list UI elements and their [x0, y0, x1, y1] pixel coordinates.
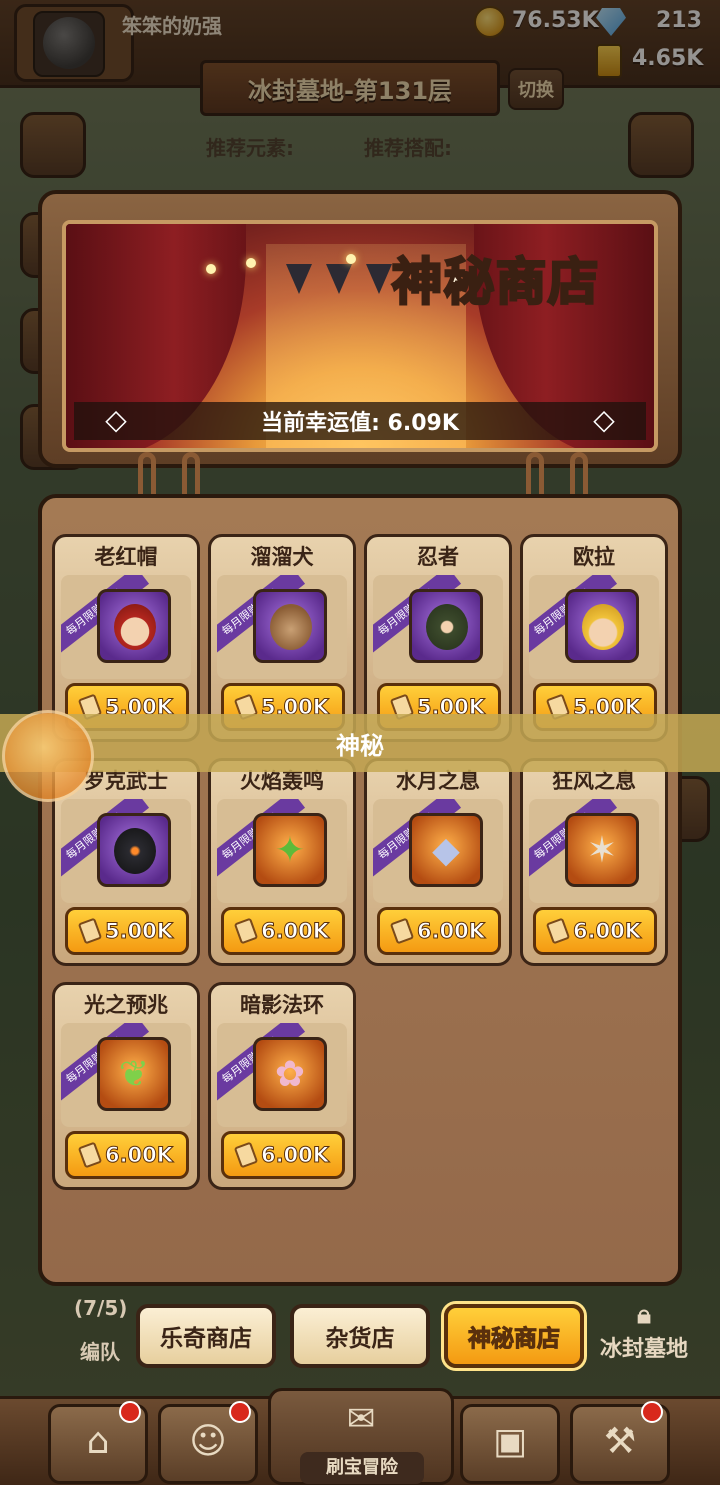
nav-forge-button[interactable]: ⚒ [570, 1401, 670, 1484]
treasure-map-icon: ✉ [346, 1399, 376, 1439]
light-leaf-glyph: ❦ [118, 1053, 150, 1095]
ticket-icon [233, 917, 259, 945]
item-price: 6.00K [416, 919, 486, 944]
dark-warrior-head [114, 828, 156, 874]
tab-grocery-shop[interactable]: 杂货店 [290, 1304, 430, 1368]
item-price: 6.00K [260, 1143, 330, 1168]
toast-message: 神秘 [0, 714, 720, 772]
locked-stage-button[interactable]: 🔒︎ 冰封墓地 [588, 1300, 700, 1380]
buy-button[interactable]: 5.00K [65, 907, 189, 955]
dark-warrior-portrait-icon [97, 813, 171, 887]
treasure-adventure-label: 刷宝冒险 [300, 1452, 424, 1484]
team-label: 编队 [80, 1340, 120, 1364]
item-name: 忍者 [417, 545, 459, 569]
item-name: 溜溜犬 [250, 545, 314, 569]
notification-dot [229, 1401, 251, 1423]
water-crystal-icon: ◆ [409, 813, 483, 887]
tab-leqi-shop[interactable]: 乐奇商店 [136, 1304, 276, 1368]
item-image-area: 每月限购: 1/1 [217, 575, 347, 679]
shop-stall-icon: ⌂ [86, 1421, 110, 1462]
lock-icon: 🔒︎ [637, 1300, 651, 1330]
shadow-flower-icon: ✿ [253, 1037, 327, 1111]
fire-emblem-glyph: ✦ [274, 829, 306, 871]
ninja-head [426, 604, 468, 650]
string-light [346, 254, 356, 264]
shadow-flower-glyph: ✿ [274, 1053, 306, 1095]
diamond-ornament-icon: ◇ [593, 403, 615, 436]
locked-stage-label: 冰封墓地 [599, 1337, 688, 1362]
buy-button[interactable]: 6.00K [377, 907, 501, 955]
ticket-icon [77, 917, 103, 945]
shop-item-card[interactable]: 老红帽 每月限购: 1/1 5.00K [52, 534, 200, 742]
string-light [246, 258, 256, 268]
item-price: 6.00K [260, 919, 330, 944]
toast-badge-icon [2, 710, 94, 802]
shop-item-card[interactable]: 光之预兆 每月限购: 1/1 ❦ 6.00K [52, 982, 200, 1190]
item-image-area: 每月限购: 1/1 [61, 799, 191, 903]
ninja-portrait-icon [409, 589, 483, 663]
ticket-icon [77, 1141, 103, 1169]
shop-title: 神秘商店 [391, 252, 600, 313]
item-image-area: 每月限购: 1/1 ◆ [373, 799, 503, 903]
light-leaf-icon: ❦ [97, 1037, 171, 1111]
item-price: 6.00K [104, 1143, 174, 1168]
item-image-area: 每月限购: 1/1 ✿ [217, 1023, 347, 1127]
item-image-area: 每月限购: 1/1 ✶ [529, 799, 659, 903]
nav-shop-button[interactable]: ⌂ [48, 1401, 148, 1484]
toast-text: 神秘 [336, 731, 384, 760]
ticket-icon [545, 917, 571, 945]
buy-button[interactable]: 6.00K [221, 1131, 345, 1179]
luck-value: 当前幸运值: 6.09K [261, 411, 459, 436]
nav-backpack-button[interactable]: ▣ [460, 1404, 560, 1484]
diamond-ornament-icon: ◇ [105, 403, 127, 436]
item-image-area: 每月限购: 1/1 [529, 575, 659, 679]
notification-dot [641, 1401, 663, 1423]
item-name: 老红帽 [94, 545, 158, 569]
item-image-area: 每月限购: 1/1 ✦ [217, 799, 347, 903]
bear-head [270, 604, 312, 650]
luck-value-bar: 当前幸运值: 6.09K [74, 402, 646, 440]
item-price: 6.00K [572, 919, 642, 944]
shop-item-card[interactable]: 暗影法环 每月限购: 1/1 ✿ 6.00K [208, 982, 356, 1190]
item-image-area: 每月限购: 1/1 ❦ [61, 1023, 191, 1127]
item-name: 光之预兆 [84, 993, 168, 1017]
notification-dot [119, 1401, 141, 1423]
shop-item-card[interactable]: 水月之息 每月限购: 1/1 ◆ 6.00K [364, 758, 512, 966]
red-hood-head [114, 604, 156, 650]
shop-item-card[interactable]: 溜溜犬 每月限购: 1/1 5.00K [208, 534, 356, 742]
nav-hero-button[interactable]: ☺ [158, 1401, 258, 1484]
water-crystal-glyph: ◆ [432, 829, 460, 871]
team-count: (7/5) [74, 1296, 128, 1320]
wind-shuriken-icon: ✶ [565, 813, 639, 887]
item-image-area: 每月限购: 1/1 [61, 575, 191, 679]
blonde-head [582, 604, 624, 650]
item-image-area: 每月限购: 1/1 [373, 575, 503, 679]
hero-face-icon: ☺ [189, 1421, 227, 1462]
shop-item-card[interactable]: 狂风之息 每月限购: 1/1 ✶ 6.00K [520, 758, 668, 966]
item-name: 欧拉 [573, 545, 615, 569]
ticket-icon [389, 917, 415, 945]
item-price: 5.00K [104, 919, 174, 944]
fire-emblem-icon: ✦ [253, 813, 327, 887]
shop-item-card[interactable]: 火焰轰鸣 每月限购: 1/1 ✦ 6.00K [208, 758, 356, 966]
string-light [206, 264, 216, 274]
hammer-icon: ⚒ [603, 1421, 637, 1462]
shop-item-card[interactable]: 欧拉 每月限购: 1/1 5.00K [520, 534, 668, 742]
shop-item-card[interactable]: 忍者 每月限购: 1/1 5.00K [364, 534, 512, 742]
red-hood-portrait-icon [97, 589, 171, 663]
backpack-icon: ▣ [492, 1421, 527, 1462]
blonde-girl-portrait-icon [565, 589, 639, 663]
buy-button[interactable]: 6.00K [533, 907, 657, 955]
tab-mystery-shop[interactable]: 神秘商店 [444, 1304, 584, 1368]
ticket-icon [233, 1141, 259, 1169]
item-name: 暗影法环 [240, 993, 324, 1017]
buy-button[interactable]: 6.00K [221, 907, 345, 955]
buy-button[interactable]: 6.00K [65, 1131, 189, 1179]
wind-shuriken-glyph: ✶ [586, 829, 618, 871]
bear-dog-portrait-icon [253, 589, 327, 663]
